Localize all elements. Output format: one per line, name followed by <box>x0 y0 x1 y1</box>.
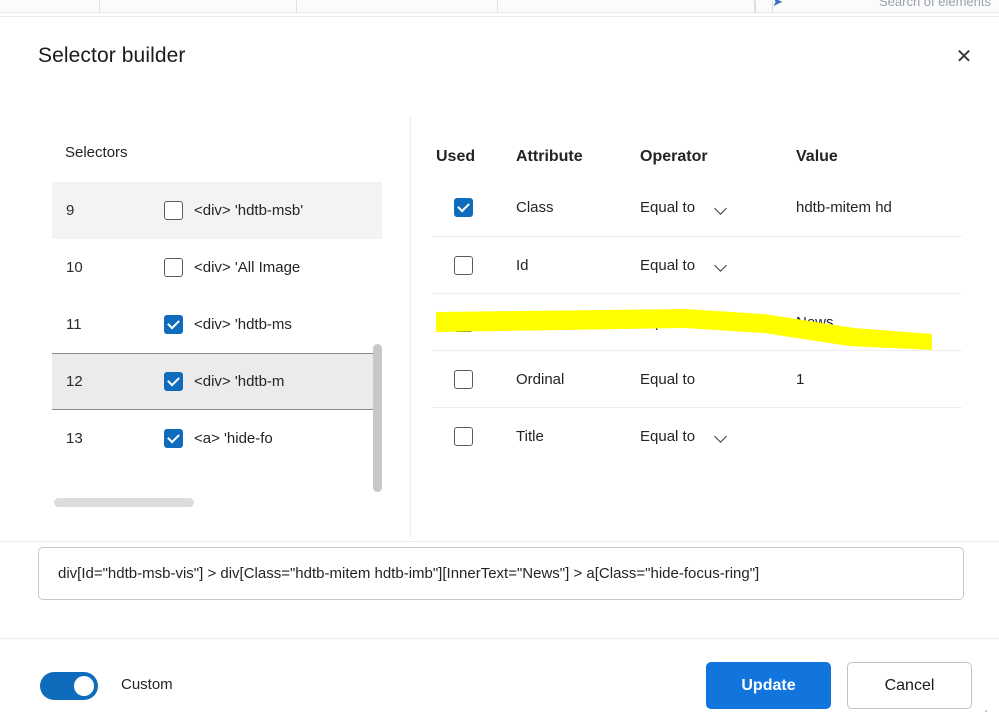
attribute-row-class: Class Equal to hdtb-mitem hd <box>432 179 962 236</box>
attribute-operator-cell: Equal to <box>640 314 796 331</box>
selector-row-checkbox-cell <box>152 372 194 391</box>
selector-row-index: 12 <box>66 373 83 390</box>
attribute-name-cell: Title <box>516 427 544 445</box>
checkbox-checked-icon[interactable] <box>454 312 473 332</box>
attribute-operator-cell: Equal to <box>640 199 796 216</box>
selector-row-label: <div> 'hdtb-m <box>194 373 285 390</box>
selector-row-checkbox-cell <box>152 201 194 220</box>
footer-divider <box>0 638 999 639</box>
attribute-operator-cell: Equal to <box>640 428 796 445</box>
attribute-operator-cell: Equal to <box>640 371 796 388</box>
chevron-down-icon[interactable] <box>715 318 728 326</box>
list-vertical-scrollbar[interactable] <box>373 344 382 492</box>
background-column-separator <box>99 0 100 13</box>
attribute-row-title: Title Equal to <box>432 407 962 464</box>
column-header-operator: Operator <box>640 148 708 165</box>
selector-row-index: 10 <box>66 259 83 276</box>
attribute-value-cell[interactable]: hdtb-mitem hd <box>796 199 962 216</box>
chevron-down-icon[interactable] <box>715 261 728 269</box>
attributes-table-header: Used Attribute Operator Value <box>432 135 962 179</box>
attribute-operator-label: Equal to <box>640 256 696 274</box>
selector-expression-value: div[Id="hdtb-msb-vis"] > div[Class="hdtb… <box>58 565 760 582</box>
selector-row-label: <a> 'hide-fo <box>194 430 273 447</box>
selector-row-label: <div> 'hdtb-msb' <box>194 202 304 219</box>
custom-toggle[interactable] <box>40 672 98 700</box>
checkbox-checked-icon[interactable] <box>454 198 473 217</box>
selector-row-index: 9 <box>66 202 75 219</box>
selector-row-label: <div> 'hdtb-ms <box>194 316 292 333</box>
attribute-name-cell: Id <box>516 256 529 274</box>
checkbox-unchecked-icon[interactable] <box>454 426 473 446</box>
attribute-value-cell[interactable]: News <box>796 314 962 331</box>
column-header-used: Used <box>436 148 476 165</box>
attribute-operator-label: Equal to <box>640 427 696 445</box>
chevron-down-icon[interactable] <box>715 432 728 440</box>
chevron-down-icon[interactable] <box>715 204 728 212</box>
background-mini-box <box>755 1 773 13</box>
selector-row-9[interactable]: 9 <div> 'hdtb-msb' <box>52 182 382 239</box>
attribute-used-cell <box>432 426 516 446</box>
cancel-button[interactable]: Cancel <box>847 662 972 709</box>
custom-toggle-label: Custom <box>121 676 173 693</box>
selectors-label: Selectors <box>65 144 128 161</box>
checkbox-checked-icon[interactable] <box>163 429 183 448</box>
chevron-right-icon: ➤ <box>772 0 783 9</box>
list-horizontal-scrollbar[interactable] <box>54 498 194 507</box>
selector-expression-input[interactable]: div[Id="hdtb-msb-vis"] > div[Class="hdtb… <box>38 547 964 600</box>
checkbox-unchecked-icon[interactable] <box>163 201 183 220</box>
background-column-separator <box>296 0 297 13</box>
attribute-operator-label: Equal to <box>640 370 696 388</box>
selector-row-checkbox-cell <box>152 315 194 334</box>
attribute-used-cell <box>432 198 516 217</box>
attribute-name-cell: InnerText <box>516 313 578 331</box>
background-column-separator <box>497 0 498 13</box>
attribute-used-cell <box>432 369 516 389</box>
attribute-used-cell <box>432 312 516 332</box>
attributes-table: Used Attribute Operator Value Class Equal… <box>432 135 962 464</box>
custom-toggle-knob <box>74 676 94 696</box>
attribute-row-ordinal: Ordinal Equal to 1 <box>432 350 962 407</box>
attribute-used-cell <box>432 255 516 275</box>
selector-builder-dialog: Selector builder ✕ Selectors 9 <div> 'hdt… <box>0 16 999 713</box>
selector-row-13[interactable]: 13 <a> 'hide-fo <box>52 410 382 467</box>
attribute-value-cell[interactable]: 1 <box>796 371 962 388</box>
selector-row-checkbox-cell <box>152 429 194 448</box>
checkbox-unchecked-icon[interactable] <box>454 255 473 275</box>
attribute-operator-cell: Equal to <box>640 257 796 274</box>
selector-row-checkbox-cell <box>152 258 194 277</box>
attribute-name-cell: Ordinal <box>516 370 565 388</box>
background-header-bar <box>0 0 999 13</box>
dialog-title: Selector builder <box>38 44 186 67</box>
selector-row-index: 11 <box>66 316 82 333</box>
selector-row-12[interactable]: 12 <div> 'hdtb-m <box>52 353 382 410</box>
checkbox-checked-icon[interactable] <box>163 315 183 334</box>
selector-row-10[interactable]: 10 <div> 'All Image <box>52 239 382 296</box>
checkbox-unchecked-icon[interactable] <box>454 369 473 389</box>
section-divider <box>0 541 999 542</box>
selector-row-label: <div> 'All Image <box>194 259 301 276</box>
attribute-row-id: Id Equal to <box>432 236 962 293</box>
selector-row-11[interactable]: 11 <div> 'hdtb-ms <box>52 296 382 353</box>
column-header-attribute: Attribute <box>516 148 583 165</box>
attribute-row-innertext: InnerText Equal to News <box>432 293 962 350</box>
checkbox-checked-icon[interactable] <box>163 372 183 391</box>
checkbox-unchecked-icon[interactable] <box>163 258 183 277</box>
column-header-value: Value <box>796 148 838 165</box>
background-search-label: Search of elements <box>878 0 991 9</box>
panel-divider <box>410 117 411 537</box>
update-button[interactable]: Update <box>706 662 831 709</box>
resize-grip[interactable] <box>974 709 988 713</box>
attribute-operator-label: Equal to <box>640 199 696 216</box>
attribute-operator-label: Equal to <box>640 313 696 331</box>
selector-row-index: 13 <box>66 430 83 447</box>
attribute-name-cell: Class <box>516 199 554 216</box>
close-icon[interactable]: ✕ <box>946 39 982 73</box>
selectors-list[interactable]: 9 <div> 'hdtb-msb' 10 <div> 'All Image 11 <di… <box>52 182 382 482</box>
